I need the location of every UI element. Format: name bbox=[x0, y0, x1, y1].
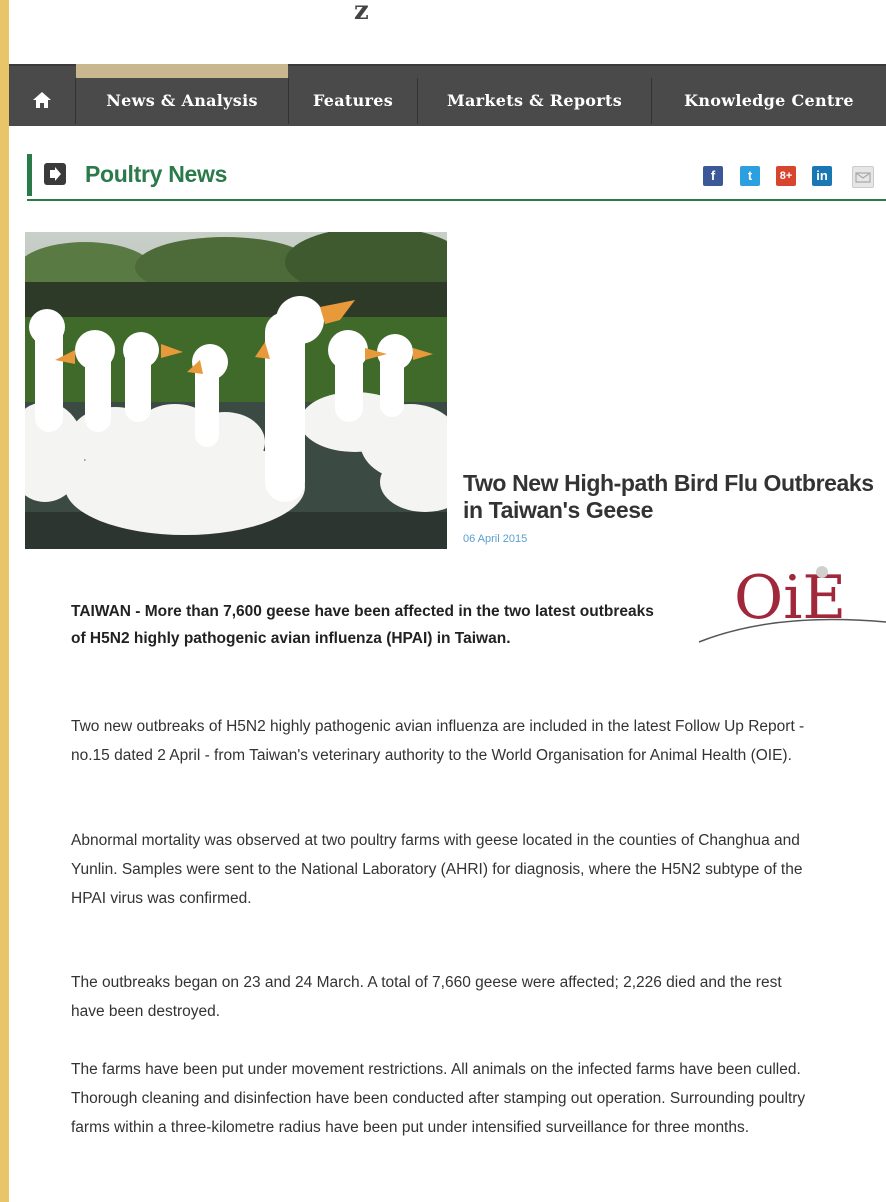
oie-logo: OiE bbox=[694, 560, 886, 652]
home-icon bbox=[33, 92, 51, 108]
svg-text:OiE: OiE bbox=[734, 563, 846, 633]
section-divider bbox=[27, 199, 886, 201]
site-logo-fragment[interactable]: z bbox=[354, 0, 369, 24]
section-accent-bar bbox=[27, 154, 32, 196]
section-title[interactable]: Poultry News bbox=[85, 161, 227, 188]
article-paragraph: The farms have been put under movement r… bbox=[71, 1061, 806, 1136]
nav-features[interactable]: Features bbox=[289, 78, 418, 124]
article-headline[interactable]: Two New High-path Bird Flu Outbreaks in … bbox=[463, 470, 883, 524]
article-paragraph: Abnormal mortality was observed at two p… bbox=[71, 832, 803, 907]
section-arrow-icon bbox=[44, 163, 66, 185]
page-frame: z News & Analysis Features Markets & Rep… bbox=[9, 0, 886, 1202]
article-paragraph: Two new outbreaks of H5N2 highly pathoge… bbox=[71, 718, 805, 764]
nav-active-indicator bbox=[76, 64, 288, 78]
article-lead: TAIWAN - More than 7,600 geese have been… bbox=[71, 603, 654, 647]
linkedin-icon[interactable]: in bbox=[812, 166, 832, 186]
google-plus-icon[interactable]: 8+ bbox=[776, 166, 796, 186]
nav-news-analysis[interactable]: News & Analysis bbox=[76, 78, 289, 124]
nav-knowledge-centre[interactable]: Knowledge Centre bbox=[652, 78, 886, 124]
article-hero-image[interactable] bbox=[25, 232, 447, 549]
article-paragraph: The outbreaks began on 23 and 24 March. … bbox=[71, 974, 782, 1020]
article-date: 06 April 2015 bbox=[463, 533, 528, 545]
home-button[interactable] bbox=[9, 78, 76, 124]
email-icon[interactable] bbox=[852, 166, 874, 188]
nav-markets-reports[interactable]: Markets & Reports bbox=[418, 78, 652, 124]
facebook-icon[interactable]: f bbox=[703, 166, 723, 186]
twitter-icon[interactable]: t bbox=[740, 166, 760, 186]
